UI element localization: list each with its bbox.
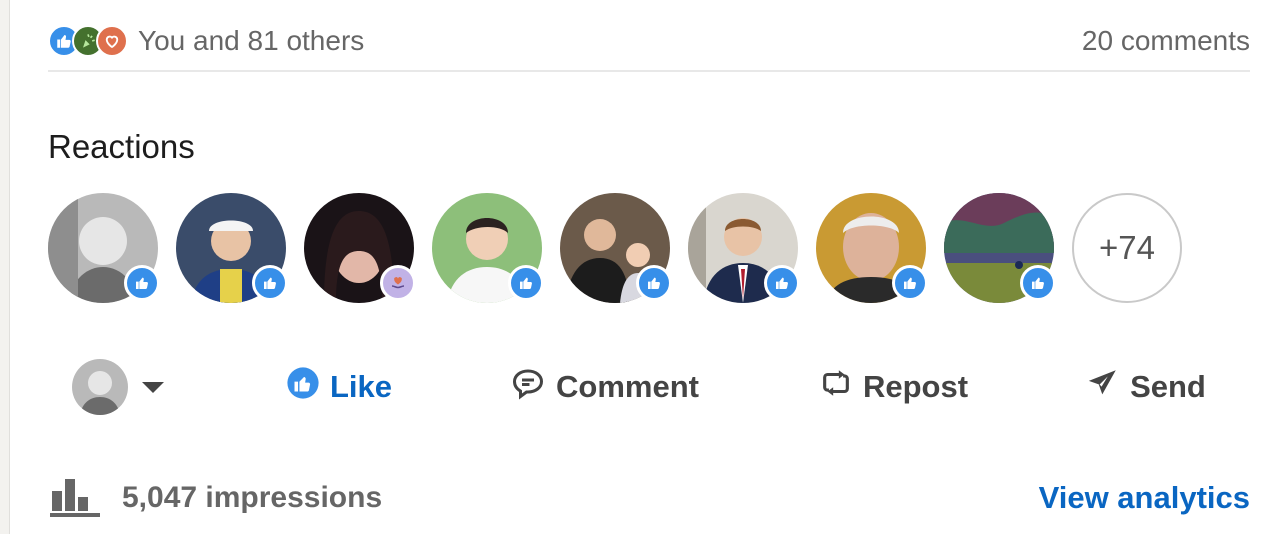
- impressions-summary: 5,047 impressions: [48, 475, 382, 522]
- comment-icon: [510, 365, 546, 409]
- love-badge-icon: [380, 265, 416, 301]
- comment-button[interactable]: Comment: [510, 365, 699, 409]
- reactors-list: +74: [48, 193, 1182, 303]
- reactor-avatar[interactable]: [560, 193, 672, 303]
- impressions-count: 5,047 impressions: [122, 481, 383, 514]
- like-icon: [286, 366, 320, 408]
- like-badge-icon: [1020, 265, 1056, 301]
- more-reactors-button[interactable]: +74: [1072, 193, 1182, 303]
- reactor-avatar[interactable]: [944, 193, 1056, 303]
- send-label: Send: [1130, 369, 1206, 404]
- social-action-bar: Like Comment Repost Send: [48, 352, 1250, 422]
- repost-button[interactable]: Repost: [819, 366, 968, 408]
- comments-count-link[interactable]: 20 comments: [1082, 25, 1250, 57]
- love-reaction-icon: [96, 25, 128, 57]
- repost-icon: [819, 366, 853, 408]
- like-badge-icon: [252, 265, 288, 301]
- social-counts-bar: You and 81 others 20 comments: [48, 20, 1250, 72]
- like-badge-icon: [508, 265, 544, 301]
- reactor-avatar[interactable]: [432, 193, 544, 303]
- reaction-icon-stack: [48, 25, 128, 57]
- like-button[interactable]: Like: [286, 366, 392, 408]
- left-border: [0, 0, 10, 534]
- send-button[interactable]: Send: [1086, 366, 1206, 408]
- reactions-heading: Reactions: [48, 128, 195, 165]
- reactor-avatar[interactable]: [48, 193, 160, 303]
- view-analytics-link[interactable]: View analytics: [1039, 480, 1250, 516]
- reactor-avatar[interactable]: [688, 193, 800, 303]
- chevron-down-icon: [142, 381, 164, 393]
- like-badge-icon: [636, 265, 672, 301]
- reactor-avatar[interactable]: [176, 193, 288, 303]
- reactor-avatar[interactable]: [816, 193, 928, 303]
- send-icon: [1086, 366, 1120, 408]
- actor-switcher[interactable]: [72, 359, 222, 415]
- bar-chart-icon: [48, 475, 102, 522]
- like-label: Like: [330, 369, 393, 404]
- reactions-count-text: You and 81 others: [138, 25, 365, 56]
- reactions-summary[interactable]: You and 81 others: [48, 25, 364, 57]
- reactor-avatar[interactable]: [304, 193, 416, 303]
- comment-label: Comment: [556, 369, 699, 404]
- like-badge-icon: [124, 265, 160, 301]
- avatar: [72, 359, 128, 415]
- like-badge-icon: [764, 265, 800, 301]
- analytics-bar: 5,047 impressions View analytics: [48, 470, 1250, 526]
- like-badge-icon: [892, 265, 928, 301]
- repost-label: Repost: [862, 369, 969, 404]
